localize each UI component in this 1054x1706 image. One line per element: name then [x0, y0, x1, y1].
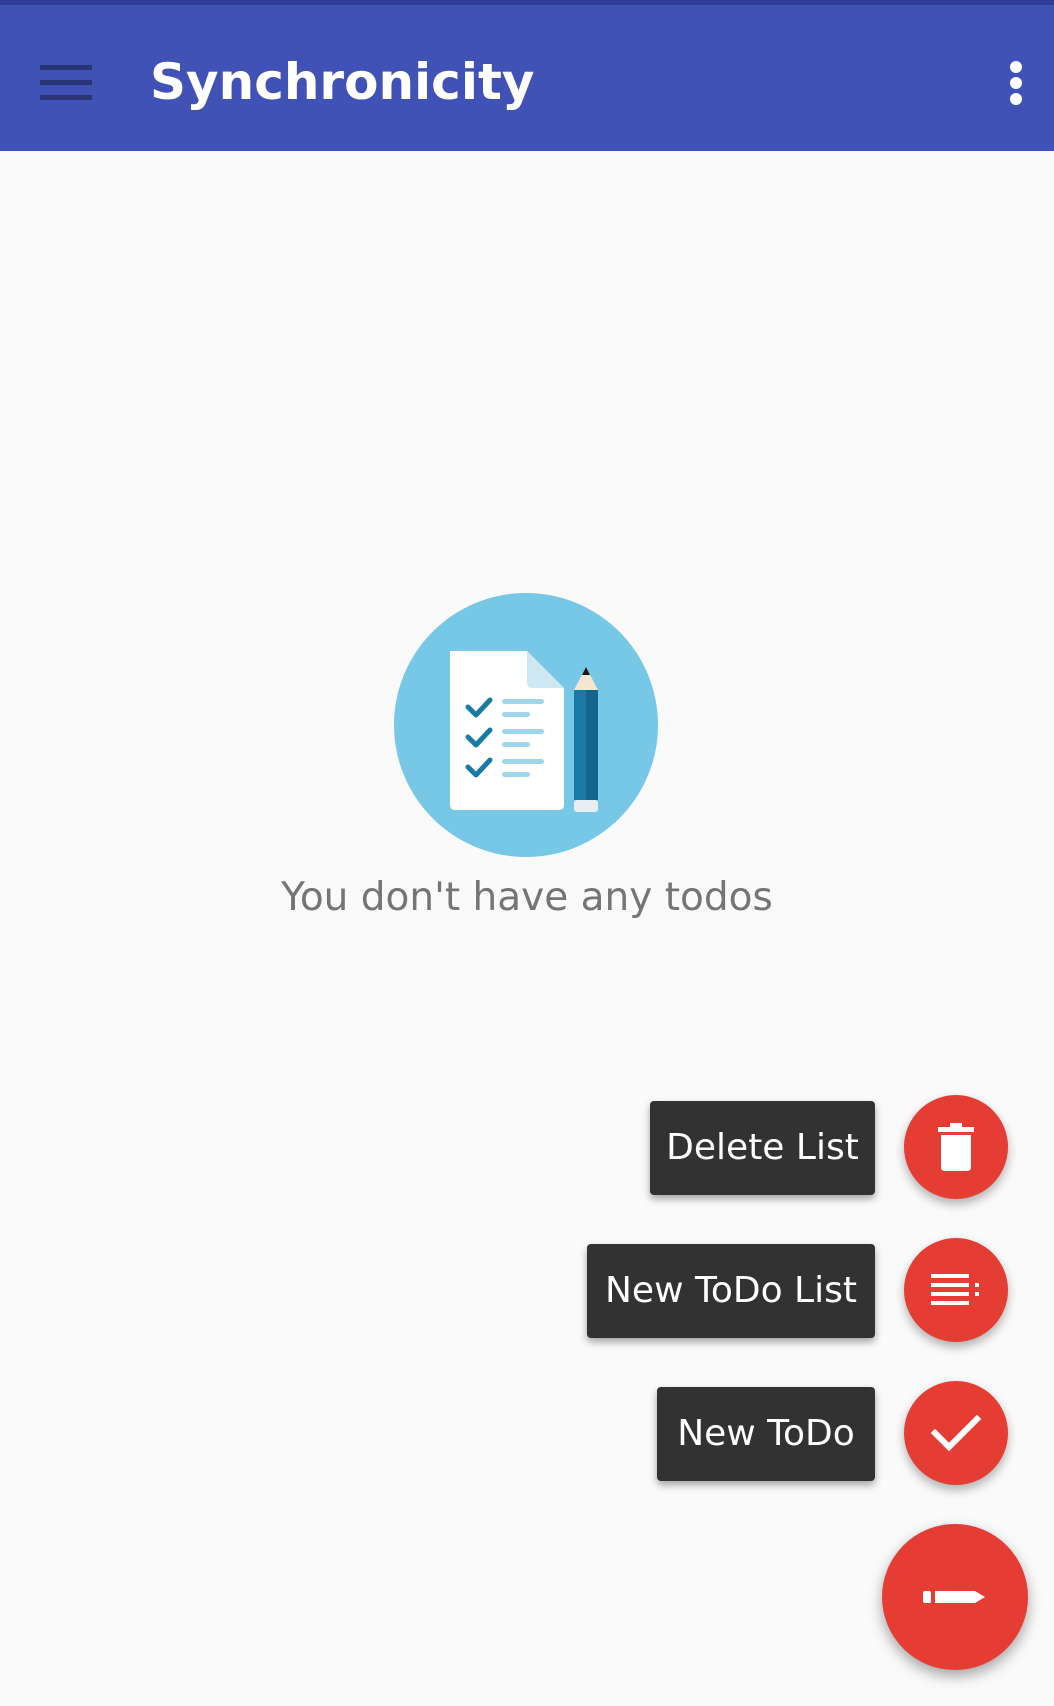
app-bar: Synchronicity — [0, 5, 1054, 151]
pencil-icon — [923, 1591, 985, 1603]
overflow-menu-button[interactable] — [994, 50, 1038, 116]
app-title: Synchronicity — [150, 53, 535, 111]
todo-checklist-illustration — [394, 593, 658, 857]
new-todo-list-label[interactable]: New ToDo List — [587, 1244, 875, 1338]
main-fab-button[interactable] — [882, 1524, 1028, 1670]
new-todo-button[interactable] — [904, 1381, 1008, 1485]
delete-icon — [938, 1123, 974, 1171]
empty-state-message: You don't have any todos — [281, 875, 773, 920]
playlist-add-icon — [931, 1274, 979, 1305]
new-todo-list-button[interactable] — [904, 1238, 1008, 1342]
more-vert-icon — [1010, 61, 1022, 105]
hamburger-menu-icon — [40, 65, 92, 100]
check-icon — [931, 1414, 981, 1452]
delete-list-button[interactable] — [904, 1095, 1008, 1199]
navigation-menu-button[interactable] — [28, 45, 104, 121]
new-todo-label[interactable]: New ToDo — [657, 1387, 875, 1481]
delete-list-label[interactable]: Delete List — [650, 1101, 875, 1195]
